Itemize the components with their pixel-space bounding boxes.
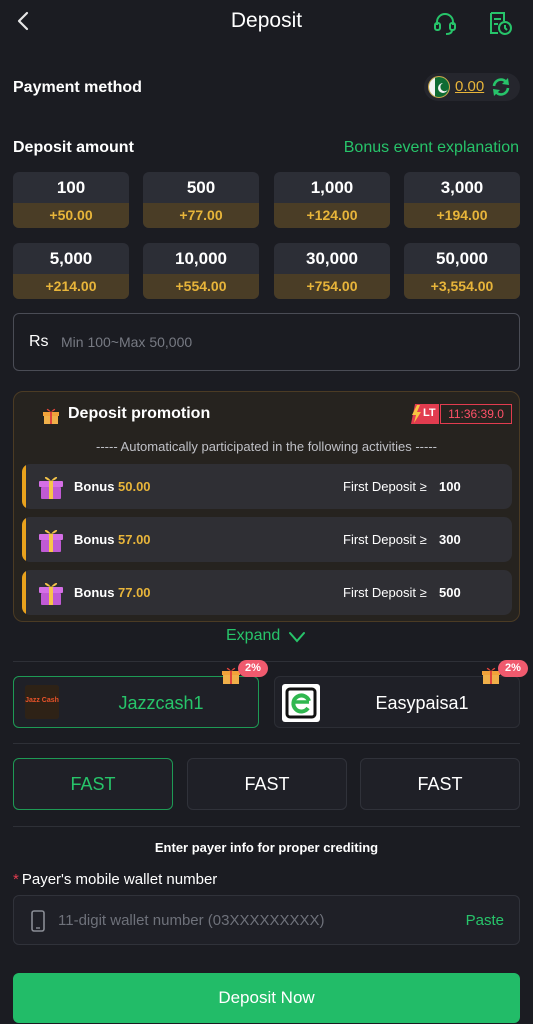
support-button[interactable] xyxy=(431,9,459,37)
amount-value: 10,000 xyxy=(175,249,227,268)
bonus-event-explanation-link[interactable]: Bonus event explanation xyxy=(344,139,519,157)
amount-option[interactable]: 10,000 +554.00 xyxy=(143,243,259,299)
payment-channel-name: Easypaisa1 xyxy=(375,693,469,713)
history-button[interactable] xyxy=(486,9,514,37)
amount-option[interactable]: 1,000 +124.00 xyxy=(274,172,390,228)
promotion-min-deposit: 500 xyxy=(439,585,461,600)
payment-channel-jazzcash[interactable]: Jazz Cash Jazzcash1 2% xyxy=(13,660,268,728)
amount-input-placeholder: Min 100~Max 50,000 xyxy=(61,334,193,350)
promotion-condition: First Deposit ≥ xyxy=(343,479,427,494)
required-mark: * xyxy=(13,871,19,888)
promotion-row: Bonus 50.00 First Deposit ≥ 100 xyxy=(22,464,512,509)
payment-method-label: Payment method xyxy=(13,79,142,96)
deposit-amount-label: Deposit amount xyxy=(13,139,134,156)
deposit-now-button[interactable]: Deposit Now xyxy=(13,973,520,1023)
promotion-row: Bonus 57.00 First Deposit ≥ 300 xyxy=(22,517,512,562)
deposit-promotion-panel: Deposit promotion LT 11:36:39.0 ----- Au… xyxy=(13,391,520,622)
amount-bonus: +77.00 xyxy=(143,203,259,228)
refresh-balance-button[interactable] xyxy=(490,76,512,98)
speed-option[interactable]: FAST xyxy=(13,758,173,810)
amount-value: 50,000 xyxy=(436,249,488,268)
amount-bonus: +214.00 xyxy=(13,274,129,299)
promotion-bonus-amount: 57.00 xyxy=(118,532,151,547)
promotion-bonus-label: Bonus xyxy=(74,532,115,547)
amount-bonus: +754.00 xyxy=(274,274,390,299)
paste-button[interactable]: Paste xyxy=(466,912,504,929)
channel-bonus-badge: 2% xyxy=(220,660,268,686)
channel-bonus-badge: 2% xyxy=(480,660,528,686)
amount-option[interactable]: 50,000 +3,554.00 xyxy=(404,243,520,299)
wallet-number-placeholder: 11-digit wallet number (03XXXXXXXXX) xyxy=(58,912,325,929)
refresh-icon xyxy=(492,78,510,96)
gift-box-icon xyxy=(39,529,63,552)
amount-option[interactable]: 30,000 +754.00 xyxy=(274,243,390,299)
amount-bonus: +50.00 xyxy=(13,203,129,228)
gift-box-icon xyxy=(39,476,63,499)
wallet-number-label: * Payer's mobile wallet number xyxy=(13,871,217,888)
promotion-timer: 11:36:39.0 xyxy=(440,404,512,424)
amount-value: 500 xyxy=(186,178,216,197)
balance-amount[interactable]: 0.00 xyxy=(455,78,484,95)
promotion-title: Deposit promotion xyxy=(68,405,211,422)
promotion-row: Bonus 77.00 First Deposit ≥ 500 xyxy=(22,570,512,615)
promotion-condition: First Deposit ≥ xyxy=(343,585,427,600)
divider xyxy=(13,661,520,662)
amount-option[interactable]: 100 +50.00 xyxy=(13,172,129,228)
amount-option[interactable]: 5,000 +214.00 xyxy=(13,243,129,299)
limited-time-badge: LT xyxy=(411,404,439,424)
amount-bonus: +124.00 xyxy=(274,203,390,228)
expand-button[interactable]: Expand xyxy=(226,627,280,645)
balance-pill: 0.00 xyxy=(424,73,520,101)
amount-bonus: +554.00 xyxy=(143,274,259,299)
promotion-min-deposit: 100 xyxy=(439,479,461,494)
promotion-condition: First Deposit ≥ xyxy=(343,532,427,547)
promotion-subtitle: ----- Automatically participated in the … xyxy=(96,439,437,454)
mobile-phone-icon xyxy=(31,910,45,932)
app-header: Deposit xyxy=(0,0,533,48)
speed-option[interactable]: FAST xyxy=(360,758,520,810)
promotion-min-deposit: 300 xyxy=(439,532,461,547)
gift-box-icon xyxy=(39,582,63,605)
payer-info-hint: Enter payer info for proper crediting xyxy=(154,840,379,855)
amount-option[interactable]: 500 +77.00 xyxy=(143,172,259,228)
gift-icon xyxy=(43,408,59,424)
wallet-number-label-text: Payer's mobile wallet number xyxy=(21,871,218,888)
amount-value: 1,000 xyxy=(310,178,354,197)
channel-bonus-percent: 2% xyxy=(498,660,528,677)
amount-bonus: +3,554.00 xyxy=(404,274,520,299)
chevron-down-icon[interactable] xyxy=(288,630,306,644)
easypaisa-logo xyxy=(282,684,320,722)
amount-value: 30,000 xyxy=(306,249,358,268)
promotion-bonus-amount: 77.00 xyxy=(118,585,151,600)
promotion-bonus-label: Bonus xyxy=(74,479,115,494)
amount-value: 100 xyxy=(56,178,86,197)
amount-bonus: +194.00 xyxy=(404,203,520,228)
jazzcash-logo: Jazz Cash xyxy=(25,685,59,719)
jazzcash-logo-text: Jazz Cash xyxy=(25,697,59,704)
payment-channel-name: Jazzcash1 xyxy=(118,693,204,713)
records-clock-icon xyxy=(490,12,512,35)
wallet-number-input[interactable]: 11-digit wallet number (03XXXXXXXXX) Pas… xyxy=(13,895,520,945)
amount-option[interactable]: 3,000 +194.00 xyxy=(404,172,520,228)
promotion-bonus-amount: 50.00 xyxy=(118,479,151,494)
amount-value: 3,000 xyxy=(440,178,484,197)
lt-badge-text: LT xyxy=(423,407,436,419)
promotion-bonus-label: Bonus xyxy=(74,585,115,600)
amount-input[interactable]: Rs Min 100~Max 50,000 xyxy=(13,313,520,371)
divider xyxy=(13,743,520,744)
channel-bonus-percent: 2% xyxy=(238,660,268,677)
pakistan-flag-icon xyxy=(428,76,450,98)
headset-icon xyxy=(434,13,456,35)
currency-symbol: Rs xyxy=(29,333,49,350)
divider xyxy=(13,826,520,827)
payment-channel-easypaisa[interactable]: Easypaisa1 2% xyxy=(274,660,528,728)
speed-option[interactable]: FAST xyxy=(187,758,347,810)
amount-value: 5,000 xyxy=(49,249,93,268)
